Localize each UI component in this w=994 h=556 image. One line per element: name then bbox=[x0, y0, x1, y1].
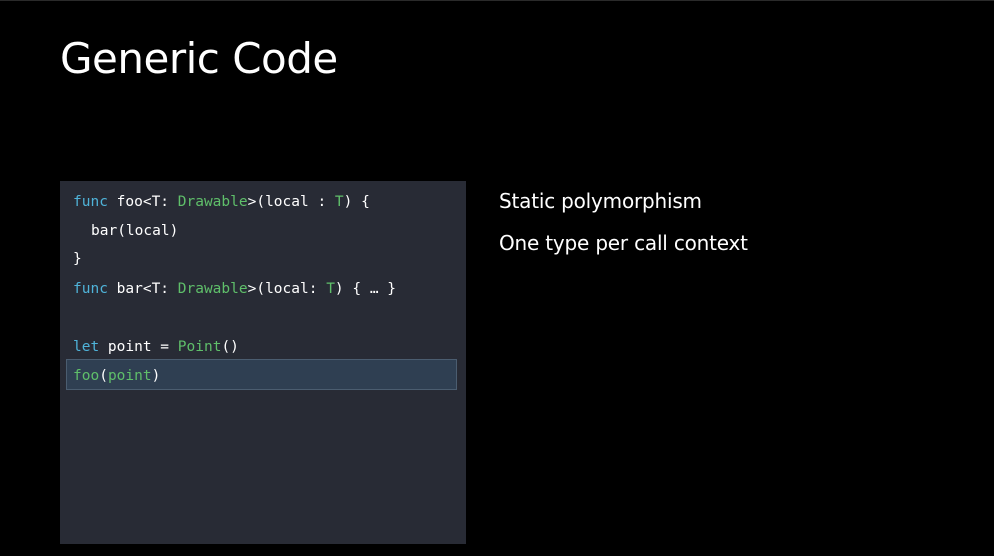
code-keyword: let bbox=[73, 339, 100, 355]
code-type: Drawable bbox=[177, 194, 248, 210]
code-text: foo<T: bbox=[107, 194, 178, 210]
code-line-let-point: let point = Point() bbox=[73, 334, 239, 360]
code-line-bar-call: bar(local) bbox=[91, 218, 178, 244]
slide-title: Generic Code bbox=[60, 34, 338, 83]
code-argument: point bbox=[107, 368, 152, 384]
bullet-item: Static polymorphism bbox=[499, 189, 702, 213]
code-keyword: func bbox=[73, 281, 108, 297]
code-text: } bbox=[73, 251, 82, 267]
code-line-bar-declaration: func bar<T: Drawable>(local: T) { … } bbox=[73, 276, 396, 302]
code-keyword: func bbox=[73, 194, 108, 210]
code-text: >(local: bbox=[247, 281, 327, 297]
code-text: >(local : bbox=[247, 194, 335, 210]
code-type: Point bbox=[177, 339, 222, 355]
code-text: () bbox=[221, 339, 239, 355]
bullet-item: One type per call context bbox=[499, 231, 748, 255]
code-text: bar(local) bbox=[91, 223, 179, 239]
top-border bbox=[0, 0, 994, 1]
code-type: T bbox=[334, 194, 344, 210]
code-text: bar<T: bbox=[107, 281, 178, 297]
code-text: ( bbox=[99, 368, 108, 384]
code-type: Drawable bbox=[177, 281, 248, 297]
code-function-name: foo bbox=[73, 368, 100, 384]
code-line-foo-declaration: func foo<T: Drawable>(local : T) { bbox=[73, 189, 370, 215]
code-text: ) { … } bbox=[334, 281, 397, 297]
code-text: ) bbox=[151, 368, 161, 384]
code-panel: func foo<T: Drawable>(local : T) { bar(l… bbox=[60, 181, 466, 544]
code-line-foo-call: foo(point) bbox=[73, 363, 160, 389]
code-line-close-brace: } bbox=[73, 246, 82, 272]
bullet-list: Static polymorphism One type per call co… bbox=[499, 180, 748, 264]
code-type: T bbox=[326, 281, 335, 297]
code-text: point = bbox=[99, 339, 178, 355]
code-text: ) { bbox=[343, 194, 370, 210]
